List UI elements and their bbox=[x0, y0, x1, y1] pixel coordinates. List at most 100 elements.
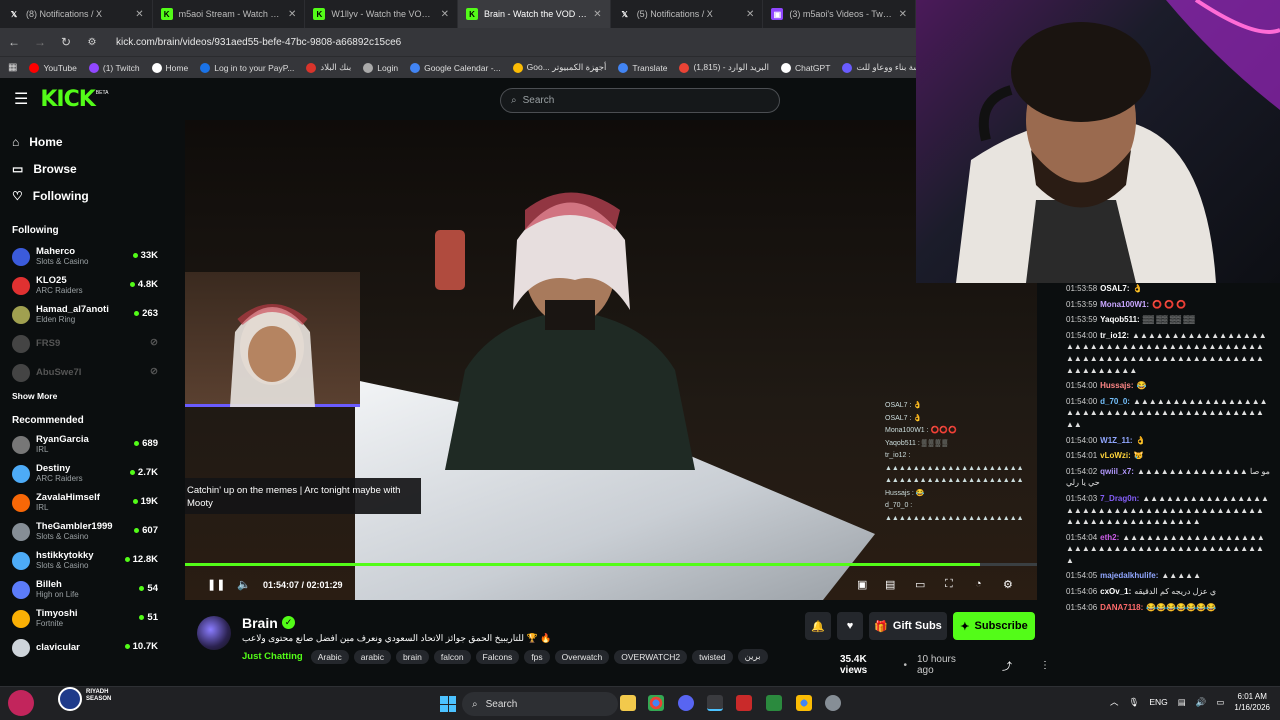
taskbar-search[interactable]: ⌕ Search bbox=[462, 692, 618, 716]
chat-username[interactable]: Hussajs: bbox=[1100, 381, 1133, 390]
weather-widget-icon[interactable] bbox=[8, 690, 34, 716]
tag-chip[interactable]: Overwatch bbox=[554, 649, 610, 664]
channel-item[interactable]: ZavalaHimself IRL 19K bbox=[0, 488, 170, 517]
chat-username[interactable]: 7_Drag0n: bbox=[1100, 494, 1139, 503]
tag-chip[interactable]: fps bbox=[524, 649, 550, 664]
channel-item[interactable]: FRS9 ⊘ bbox=[0, 329, 170, 358]
tag-chip[interactable]: برين bbox=[737, 649, 768, 664]
bookmark-item[interactable]: بنك البلاد bbox=[306, 62, 351, 73]
close-tab-icon[interactable]: ✕ bbox=[746, 9, 754, 20]
tray-overflow-icon[interactable]: ︿ bbox=[1110, 696, 1119, 708]
kick-logo[interactable]: KICK bbox=[40, 87, 95, 112]
browser-tab[interactable]: ▣ (3) m5aoi's Videos - Twitch ✕ bbox=[763, 0, 917, 28]
browser-tab[interactable]: Km5aoi Stream - Watch Live on Kick ✕ bbox=[153, 0, 306, 28]
notify-button[interactable]: 🔔 bbox=[805, 612, 831, 640]
discord-icon[interactable] bbox=[678, 695, 694, 711]
follow-button[interactable]: ♥ bbox=[837, 612, 863, 640]
streamer-avatar[interactable] bbox=[197, 616, 231, 650]
channel-item[interactable]: Hamad_al7anoti Elden Ring 263 bbox=[0, 300, 170, 329]
apps-icon[interactable]: ▦ bbox=[8, 62, 17, 73]
close-tab-icon[interactable]: ✕ bbox=[288, 9, 296, 20]
bookmark-item[interactable]: Translate bbox=[618, 62, 667, 73]
settings-app-icon[interactable] bbox=[825, 695, 841, 711]
browser-tab[interactable]: K Brain - Watch the VOD on Kick ✕ bbox=[458, 0, 611, 28]
volume-icon[interactable]: 🔈 bbox=[237, 578, 251, 591]
obs-icon[interactable] bbox=[707, 695, 723, 711]
share-icon[interactable]: ⤴ bbox=[1002, 658, 1012, 673]
nav-home[interactable]: ⌂ Home bbox=[0, 128, 170, 155]
chat-username[interactable]: W1Z_11: bbox=[1100, 436, 1132, 445]
chat-username[interactable]: cxOv_1: bbox=[1100, 587, 1131, 596]
language-indicator[interactable]: ENG bbox=[1149, 697, 1167, 707]
category-link[interactable]: Just Chatting bbox=[242, 651, 303, 662]
video-player[interactable]: OSAL7 : 👌 OSAL7 : 👌 Mona100W1 : ⭕⭕⭕ Yaqob51… bbox=[185, 120, 1037, 600]
speed-icon[interactable]: ◔ bbox=[975, 578, 982, 590]
bookmark-item[interactable]: Goo... أجهزة الكمبيوتر bbox=[512, 62, 606, 73]
bookmark-item[interactable]: Login bbox=[363, 62, 398, 73]
channel-item[interactable]: Timyoshi Fortnite 51 bbox=[0, 604, 170, 633]
close-tab-icon[interactable]: ✕ bbox=[899, 9, 907, 20]
clock[interactable]: 6:01 AM 1/16/2026 bbox=[1234, 691, 1270, 713]
close-tab-icon[interactable]: ✕ bbox=[135, 9, 143, 20]
file-explorer-icon[interactable] bbox=[620, 695, 636, 711]
excel-icon[interactable] bbox=[766, 695, 782, 711]
channel-item[interactable]: AbuSwe7l ⊘ bbox=[0, 358, 170, 387]
tag-chip[interactable]: arabic bbox=[353, 649, 391, 664]
chrome-profile-icon[interactable] bbox=[796, 695, 812, 711]
tag-chip[interactable]: OVERWATCH2 bbox=[614, 649, 688, 664]
channel-item[interactable]: TheGambler1999 Slots & Casino 607 bbox=[0, 517, 170, 546]
nav-following[interactable]: ♡ Following bbox=[0, 182, 170, 209]
show-more-link[interactable]: Show More bbox=[0, 391, 170, 401]
close-tab-icon[interactable]: ✕ bbox=[593, 9, 601, 20]
bookmark-item[interactable]: Log in to your PayP... bbox=[200, 62, 294, 73]
chat-username[interactable]: DANA7118: bbox=[1100, 603, 1143, 612]
bookmark-item[interactable]: Home bbox=[151, 62, 188, 73]
forward-icon[interactable]: → bbox=[32, 35, 48, 49]
chat-username[interactable]: Mona100W1: bbox=[1100, 300, 1149, 309]
chat-username[interactable]: majedalkhulife: bbox=[1100, 571, 1158, 580]
chat-username[interactable]: OSAL7: bbox=[1100, 284, 1129, 293]
battery-icon[interactable]: ▭ bbox=[1216, 697, 1224, 708]
tag-chip[interactable]: falcon bbox=[433, 649, 471, 664]
tag-chip[interactable]: twisted bbox=[692, 649, 733, 664]
fullscreen-icon[interactable]: ⛶ bbox=[945, 578, 953, 591]
settings-icon[interactable]: ⚙ bbox=[1003, 578, 1013, 591]
chrome-icon[interactable] bbox=[648, 695, 664, 711]
channel-item[interactable]: Maherco Slots & Casino 33K bbox=[0, 242, 170, 271]
streamer-name[interactable]: Brain bbox=[242, 615, 278, 631]
chat-username[interactable]: Yaqob511: bbox=[1100, 315, 1140, 324]
close-tab-icon[interactable]: ✕ bbox=[441, 9, 449, 20]
clip-icon[interactable]: ▤ bbox=[885, 578, 895, 591]
browser-tab[interactable]: K W1llyv - Watch the VOD on Kick ✕ bbox=[305, 0, 459, 28]
pip-icon[interactable]: ▣ bbox=[857, 578, 867, 591]
nav-browse[interactable]: ▭ Browse bbox=[0, 155, 170, 182]
channel-item[interactable]: Destiny ARC Raiders 2.7K bbox=[0, 459, 170, 488]
channel-item[interactable]: clavicular 10.7K bbox=[0, 633, 170, 662]
chat-username[interactable]: eth2: bbox=[1100, 533, 1119, 542]
subscribe-button[interactable]: ✦ Subscribe bbox=[953, 612, 1035, 640]
bookmark-item[interactable]: البريد الوارد - (1,815) bbox=[679, 62, 769, 73]
more-options-icon[interactable]: ⋮ bbox=[1040, 660, 1050, 671]
gift-subs-button[interactable]: 🎁 Gift Subs bbox=[869, 612, 947, 640]
search-input[interactable]: ⌕ Search bbox=[500, 88, 780, 113]
volume-icon[interactable]: 🔊 bbox=[1196, 697, 1207, 708]
channel-item[interactable]: KLO25 ARC Raiders 4.8K bbox=[0, 271, 170, 300]
mic-icon[interactable]: 🎙 bbox=[1129, 697, 1140, 708]
chat-username[interactable]: qwiil_x7: bbox=[1100, 467, 1134, 476]
pause-icon[interactable]: ❚❚ bbox=[207, 578, 225, 591]
menu-icon[interactable]: ☰ bbox=[14, 89, 28, 109]
app-icon[interactable] bbox=[736, 695, 752, 711]
bookmark-item[interactable]: (1) Twitch bbox=[88, 62, 140, 73]
bookmark-item[interactable]: مؤسسة بناء ووعاو للت... bbox=[842, 62, 916, 73]
bookmark-item[interactable]: YouTube bbox=[29, 62, 77, 73]
chat-username[interactable]: d_70_0: bbox=[1100, 397, 1130, 406]
chat-username[interactable]: vLoWzi: bbox=[1100, 451, 1131, 460]
site-info-icon[interactable]: ⚙ bbox=[84, 37, 100, 48]
browser-tab[interactable]: 𝕏 (8) Notifications / X ✕ bbox=[0, 0, 153, 28]
channel-item[interactable]: RyanGarcia IRL 689 bbox=[0, 430, 170, 459]
start-button[interactable] bbox=[440, 696, 456, 712]
channel-item[interactable]: Billeh High on Life 54 bbox=[0, 575, 170, 604]
back-icon[interactable]: ← bbox=[6, 35, 22, 49]
channel-item[interactable]: hstikkytokky Slots & Casino 12.8K bbox=[0, 546, 170, 575]
theater-icon[interactable]: ▭ bbox=[915, 578, 925, 591]
